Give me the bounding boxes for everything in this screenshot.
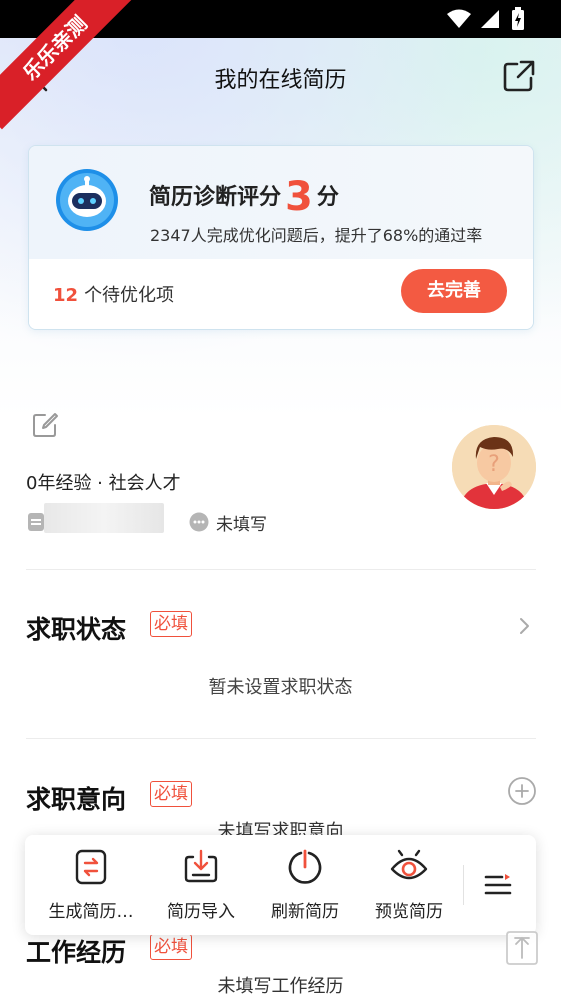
menu-icon[interactable]	[483, 871, 513, 899]
bottom-action-toolbar: 生成简历… 简历导入 刷新简历 预览简历	[25, 835, 536, 935]
divider	[26, 569, 536, 570]
tool-label: 生成简历…	[48, 902, 134, 922]
required-tag: 必填	[150, 611, 192, 637]
signal-icon	[481, 10, 499, 28]
avatar[interactable]: ?	[452, 425, 536, 509]
improve-button[interactable]: 去完善	[401, 269, 507, 313]
job-status-title: 求职状态	[26, 615, 127, 644]
wechat-value: 未填写	[216, 515, 267, 535]
required-tag: 必填	[150, 934, 192, 960]
diagnosis-score-unit: 分	[316, 185, 339, 210]
chevron-right-icon[interactable]	[515, 614, 535, 638]
tool-label: 简历导入	[167, 902, 235, 922]
refresh-resume-button[interactable]: 刷新简历	[255, 847, 355, 922]
back-to-top-icon[interactable]	[504, 928, 540, 968]
diagnosis-title-label: 简历诊断评分	[149, 185, 282, 210]
navigation-bar: 我的在线简历	[0, 38, 561, 118]
pending-label: 个待优化项	[84, 285, 175, 306]
phone-icon	[28, 513, 44, 531]
battery-icon	[512, 7, 524, 30]
job-status-empty[interactable]: 暂未设置求职状态	[0, 673, 561, 699]
page-title: 我的在线简历	[214, 68, 347, 93]
job-intention-title: 求职意向	[26, 785, 127, 814]
pending-items: 12 个待优化项	[53, 281, 174, 307]
wechat-icon	[189, 512, 209, 532]
toolbar-divider	[463, 865, 464, 905]
diagnosis-score: 3	[285, 174, 313, 220]
import-icon	[184, 849, 218, 883]
tool-label: 预览简历	[375, 902, 443, 922]
generate-resume-button[interactable]: 生成简历…	[41, 847, 141, 922]
tool-label: 刷新简历	[271, 902, 339, 922]
avatar-placeholder-icon: ?	[452, 425, 536, 509]
pending-items-row: 12 个待优化项 去完善	[29, 259, 533, 329]
eye-icon	[390, 849, 428, 880]
experience-summary: 0年经验 · 社会人才	[26, 473, 181, 494]
diagnosis-title: 简历诊断评分 3 分	[149, 174, 339, 220]
diagnosis-description: 2347人完成优化问题后，提升了68%的通过率	[150, 226, 483, 245]
svg-text:?: ?	[488, 452, 500, 477]
resume-diagnosis-card[interactable]: 简历诊断评分 3 分 2347人完成优化问题后，提升了68%的通过率 12 个待优化项…	[28, 145, 534, 330]
edit-icon[interactable]	[31, 411, 59, 439]
add-intention-icon[interactable]	[507, 776, 537, 806]
preview-resume-button[interactable]: 预览简历	[359, 847, 459, 922]
divider	[26, 738, 536, 739]
robot-assistant-icon	[56, 169, 118, 231]
work-experience-title: 工作经历	[26, 938, 127, 967]
diagnosis-summary: 简历诊断评分 3 分 2347人完成优化问题后，提升了68%的通过率	[29, 146, 533, 259]
refresh-icon	[288, 849, 322, 884]
share-icon[interactable]	[499, 56, 539, 96]
required-tag: 必填	[150, 781, 192, 807]
import-resume-button[interactable]: 简历导入	[151, 847, 251, 922]
phone-number-redacted	[44, 503, 164, 533]
wifi-icon	[447, 9, 471, 28]
generate-resume-icon	[75, 849, 107, 885]
work-experience-empty[interactable]: 未填写工作经历	[0, 972, 561, 998]
pending-count: 12	[53, 285, 79, 306]
